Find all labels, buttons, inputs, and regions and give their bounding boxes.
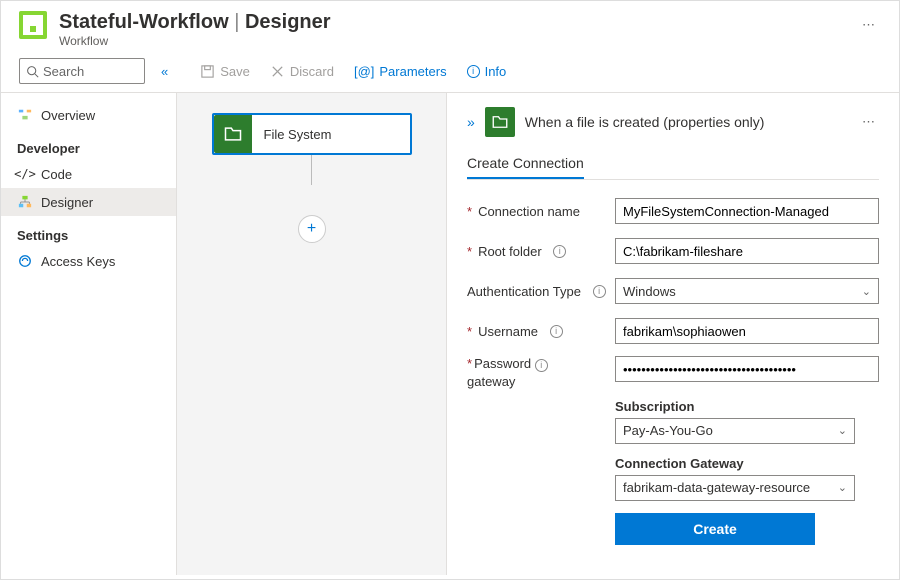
- collapse-sidebar-button[interactable]: «: [155, 64, 174, 79]
- chevron-down-icon: ⌄: [838, 424, 847, 437]
- file-system-icon: [214, 115, 252, 153]
- info-icon[interactable]: i: [550, 325, 563, 338]
- add-step-button[interactable]: +: [298, 215, 326, 243]
- auth-type-label: Authentication Type i: [467, 284, 615, 299]
- discard-icon: [270, 64, 285, 79]
- info-icon[interactable]: i: [535, 359, 548, 372]
- root-folder-input[interactable]: [615, 238, 879, 264]
- save-icon: [200, 64, 215, 79]
- sidebar-group-settings: Settings: [1, 216, 176, 247]
- password-label: *Password i gateway: [467, 356, 615, 389]
- sidebar-item-code[interactable]: </> Code: [1, 160, 176, 188]
- sidebar-item-label: Code: [41, 167, 72, 182]
- search-input[interactable]: Search: [19, 58, 145, 84]
- sidebar-item-label: Overview: [41, 108, 95, 123]
- subscription-select[interactable]: Pay-As-You-Go⌄: [615, 418, 855, 444]
- username-input[interactable]: [615, 318, 879, 344]
- workflow-icon: [19, 11, 47, 39]
- toolbar: Search « Save Discard [@] Parameters i I…: [1, 54, 899, 93]
- save-button[interactable]: Save: [192, 60, 258, 83]
- page-header: Stateful-Workflow | Designer Workflow ⋯: [1, 1, 899, 54]
- auth-type-select[interactable]: Windows⌄: [615, 278, 879, 304]
- panel-title: When a file is created (properties only): [525, 114, 848, 130]
- search-icon: [26, 65, 39, 78]
- details-panel: » When a file is created (properties onl…: [447, 93, 899, 575]
- info-icon[interactable]: i: [553, 245, 566, 258]
- file-system-icon: [485, 107, 515, 137]
- sidebar-group-developer: Developer: [1, 129, 176, 160]
- designer-canvas[interactable]: File System +: [177, 93, 447, 575]
- panel-more-icon[interactable]: ⋯: [858, 110, 879, 134]
- create-button[interactable]: Create: [615, 513, 815, 545]
- parameters-icon: [@]: [354, 64, 374, 79]
- sidebar-item-overview[interactable]: Overview: [1, 101, 176, 129]
- subscription-label: Subscription: [615, 399, 879, 414]
- designer-icon: [17, 194, 33, 210]
- chevron-down-icon: ⌄: [862, 285, 871, 298]
- expand-panel-button[interactable]: »: [467, 114, 475, 130]
- discard-button[interactable]: Discard: [262, 60, 342, 83]
- page-title: Stateful-Workflow | Designer: [59, 11, 856, 34]
- sidebar: Overview Developer </> Code Designer Set…: [1, 93, 177, 575]
- tab-create-connection[interactable]: Create Connection: [467, 155, 584, 179]
- info-icon[interactable]: i: [593, 285, 606, 298]
- trigger-card[interactable]: File System: [212, 113, 412, 155]
- sidebar-item-label: Designer: [41, 195, 93, 210]
- connection-name-label: *Connection name: [467, 204, 615, 219]
- username-label: *Username i: [467, 324, 615, 339]
- access-keys-icon: [17, 253, 33, 269]
- more-icon[interactable]: ⋯: [856, 11, 881, 39]
- info-icon: i: [467, 65, 480, 78]
- password-input[interactable]: [615, 356, 879, 382]
- connection-name-input[interactable]: [615, 198, 879, 224]
- sidebar-item-label: Access Keys: [41, 254, 115, 269]
- code-icon: </>: [17, 166, 33, 182]
- info-button[interactable]: i Info: [459, 60, 515, 83]
- page-subtitle: Workflow: [59, 34, 856, 48]
- root-folder-label: *Root folder i: [467, 244, 615, 259]
- trigger-card-title: File System: [252, 127, 344, 142]
- chevron-down-icon: ⌄: [838, 481, 847, 494]
- overview-icon: [17, 107, 33, 123]
- connection-gateway-label: Connection Gateway: [615, 456, 879, 471]
- sidebar-item-access-keys[interactable]: Access Keys: [1, 247, 176, 275]
- parameters-button[interactable]: [@] Parameters: [346, 60, 455, 83]
- sidebar-item-designer[interactable]: Designer: [1, 188, 176, 216]
- connection-gateway-select[interactable]: fabrikam-data-gateway-resource⌄: [615, 475, 855, 501]
